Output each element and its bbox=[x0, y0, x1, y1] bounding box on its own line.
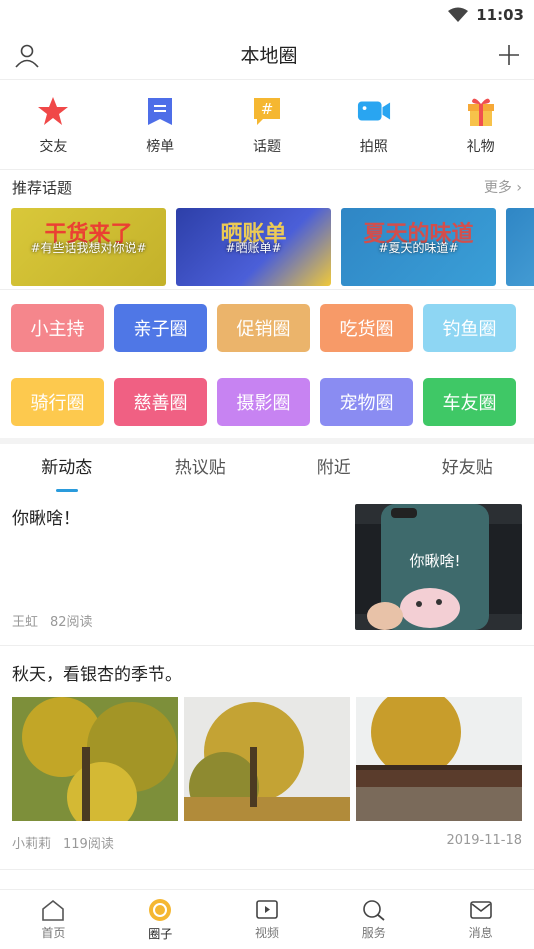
tag-button[interactable]: 车友圈 bbox=[423, 378, 516, 426]
gift-icon bbox=[464, 94, 498, 128]
tag-button[interactable]: 钓鱼圈 bbox=[423, 304, 516, 352]
more-link[interactable]: 更多 › bbox=[484, 177, 522, 197]
quick-item-friends[interactable]: 交友 bbox=[0, 80, 107, 169]
tag-button[interactable]: 促销圈 bbox=[217, 304, 310, 352]
page-title: 本地圈 bbox=[240, 45, 298, 67]
quick-item-photo[interactable]: 拍照 bbox=[320, 80, 427, 169]
tag-button[interactable]: 亲子圈 bbox=[114, 304, 207, 352]
quick-label: 拍照 bbox=[359, 138, 388, 155]
topic-card[interactable] bbox=[506, 208, 534, 286]
nav-label: 首页 bbox=[41, 925, 66, 940]
post-title: 你瞅啥！ bbox=[12, 509, 80, 529]
recommended-topics-title: 推荐话题 bbox=[12, 178, 73, 197]
tab-nearby[interactable]: 附近 bbox=[267, 444, 401, 496]
topic-card[interactable]: 干货来了 #有些话我想对你说# bbox=[11, 208, 166, 286]
post-image bbox=[12, 697, 178, 821]
tab-friends[interactable]: 好友贴 bbox=[401, 444, 534, 496]
wifi-icon bbox=[448, 7, 469, 22]
topic-card[interactable]: 夏天的味道 #夏天的味道# bbox=[341, 208, 496, 286]
tag-button[interactable]: 小主持 bbox=[11, 304, 104, 352]
mail-icon bbox=[469, 900, 492, 919]
search-icon bbox=[362, 899, 385, 921]
list-icon bbox=[143, 94, 177, 128]
post-author: 王虹 bbox=[12, 615, 39, 630]
quick-item-gift[interactable]: 礼物 bbox=[427, 80, 534, 169]
status-bar: 11:03 bbox=[0, 0, 534, 30]
plus-icon[interactable] bbox=[498, 44, 520, 66]
svg-text:你瞅啥!: 你瞅啥! bbox=[409, 552, 460, 570]
nav-home[interactable]: 首页 bbox=[0, 890, 107, 949]
camera-icon bbox=[357, 94, 391, 128]
quick-label: 榜单 bbox=[146, 138, 175, 155]
post-image bbox=[356, 697, 522, 821]
nav-label: 圈子 bbox=[148, 926, 173, 941]
nav-label: 服务 bbox=[361, 925, 386, 940]
topic-card[interactable]: 晒账单 #晒账单# bbox=[176, 208, 331, 286]
feed-post[interactable]: 你瞅啥！ 王虹 82阅读 你瞅啥! bbox=[0, 496, 534, 646]
nav-messages[interactable]: 消息 bbox=[427, 890, 534, 949]
post-reads: 119阅读 bbox=[63, 837, 114, 852]
post-date: 2019-11-18 bbox=[446, 833, 522, 848]
feed-tabs: 新动态 热议贴 附近 好友贴 bbox=[0, 444, 534, 496]
quick-label: 交友 bbox=[39, 138, 68, 155]
header: 本地圈 bbox=[0, 30, 534, 80]
star-icon bbox=[36, 94, 70, 128]
quick-label: 礼物 bbox=[466, 138, 495, 155]
bottom-nav: 首页 圈子 视频 服务 消息 bbox=[0, 889, 534, 949]
home-icon bbox=[42, 899, 65, 921]
quick-menu: 交友 榜单 # 话题 拍照 礼物 bbox=[0, 80, 534, 170]
user-icon[interactable] bbox=[14, 42, 40, 68]
tag-button[interactable]: 摄影圈 bbox=[217, 378, 310, 426]
tab-new[interactable]: 新动态 bbox=[0, 444, 134, 496]
circle-tags: 小主持 亲子圈 促销圈 吃货圈 钓鱼圈 骑行圈 慈善圈 摄影圈 宠物圈 车友圈 bbox=[0, 290, 534, 444]
nav-video[interactable]: 视频 bbox=[214, 890, 321, 949]
post-author: 小莉莉 bbox=[12, 837, 52, 852]
post-image bbox=[184, 697, 350, 821]
tab-hot[interactable]: 热议贴 bbox=[134, 444, 268, 496]
quick-label: 话题 bbox=[252, 138, 281, 155]
more-label: 更多 bbox=[483, 180, 512, 196]
topic-label: #夏天的味道# bbox=[378, 240, 459, 255]
svg-text:#: # bbox=[261, 100, 274, 118]
quick-item-topics[interactable]: # 话题 bbox=[214, 80, 321, 169]
tag-button[interactable]: 吃货圈 bbox=[320, 304, 413, 352]
status-time: 11:03 bbox=[476, 6, 524, 24]
post-thumbnail: 你瞅啥! bbox=[355, 504, 522, 630]
tag-button[interactable]: 骑行圈 bbox=[11, 378, 104, 426]
tag-button[interactable]: 宠物圈 bbox=[320, 378, 413, 426]
post-title: 秋天，看银杏的季节。 bbox=[12, 665, 182, 685]
nav-circle[interactable]: 圈子 bbox=[107, 890, 214, 949]
nav-service[interactable]: 服务 bbox=[320, 890, 427, 949]
recommended-topics-header: 推荐话题 更多 › bbox=[0, 170, 534, 204]
topic-label: #有些话我想对你说# bbox=[30, 240, 147, 255]
video-icon bbox=[256, 899, 278, 919]
topic-label: #晒账单# bbox=[225, 240, 282, 255]
tag-button[interactable]: 慈善圈 bbox=[114, 378, 207, 426]
quick-item-ranking[interactable]: 榜单 bbox=[107, 80, 214, 169]
feed-post[interactable]: 秋天，看银杏的季节。 小莉莉 119阅读 2019-11-18 bbox=[0, 646, 534, 870]
nav-label: 视频 bbox=[254, 925, 279, 940]
nav-label: 消息 bbox=[468, 925, 493, 940]
hashtag-icon: # bbox=[250, 94, 284, 128]
circle-icon bbox=[149, 898, 172, 921]
topic-carousel[interactable]: 干货来了 #有些话我想对你说# 晒账单 #晒账单# 夏天的味道 #夏天的味道# bbox=[0, 204, 534, 290]
post-reads: 82阅读 bbox=[50, 615, 93, 630]
